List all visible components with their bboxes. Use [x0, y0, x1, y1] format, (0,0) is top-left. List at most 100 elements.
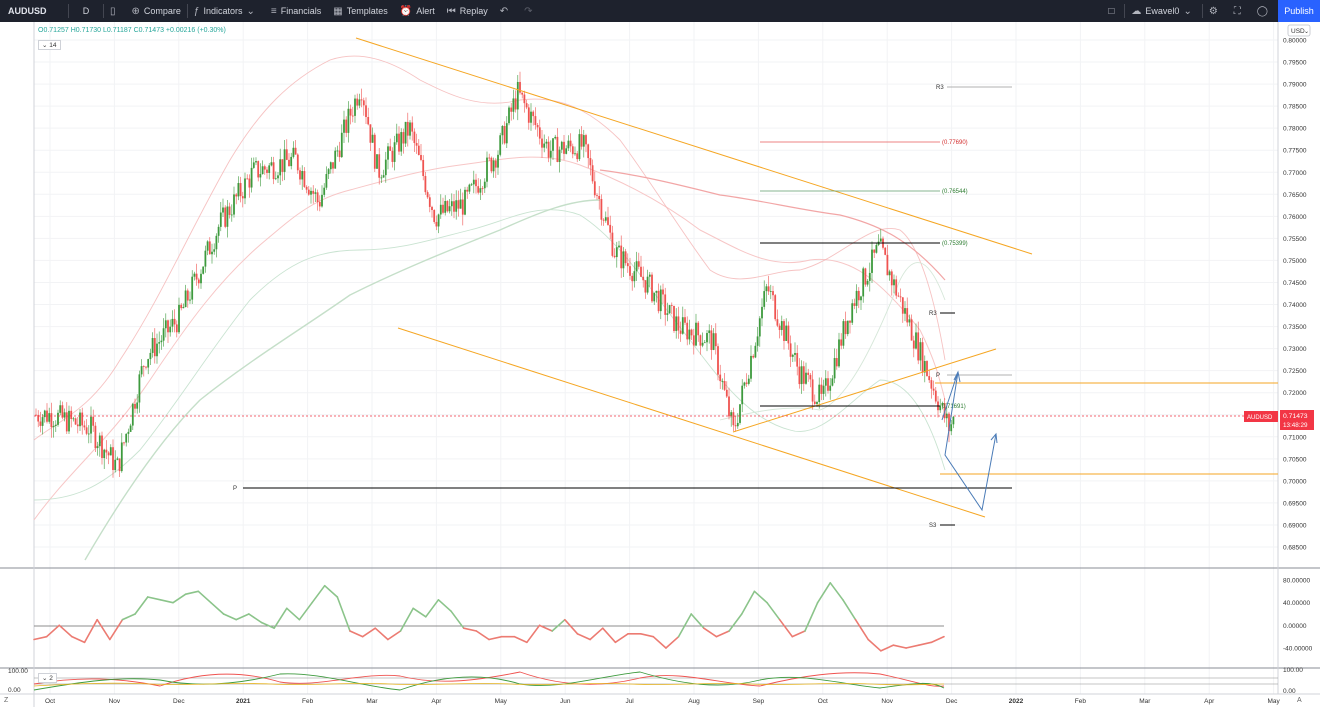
timezone-icon[interactable]: Z: [4, 697, 8, 704]
candle-body: [105, 449, 108, 453]
candle-body: [545, 141, 548, 144]
indicator-legend-toggle[interactable]: ⌄ 14: [38, 40, 61, 50]
layout-button[interactable]: □: [1102, 0, 1124, 22]
time-tick: Oct: [45, 698, 55, 705]
candle-body: [327, 169, 330, 175]
candle-body: [589, 158, 592, 166]
candle-body: [312, 190, 315, 194]
candle-body: [549, 150, 552, 158]
settings-button[interactable]: ⚙: [1203, 0, 1228, 22]
layout-name-button[interactable]: ☁ Ewavel0 ⌄: [1125, 0, 1201, 22]
fullscreen-button[interactable]: ⛶: [1228, 0, 1251, 22]
candle-body: [101, 435, 103, 459]
candle-body: [178, 304, 180, 333]
chart-style-button[interactable]: ▯: [104, 0, 126, 22]
candle-body: [189, 299, 191, 301]
candle-body: [457, 200, 460, 209]
candle-body: [699, 335, 702, 346]
chart-canvas[interactable]: R3 (0.77690) (0.76544) (0.75399) R3 P 0.…: [0, 22, 1320, 707]
candle-body: [301, 171, 304, 180]
candle-body: [74, 418, 77, 425]
candle-body: [470, 184, 473, 186]
candle-body: [215, 235, 218, 250]
candle-body: [505, 123, 508, 144]
candle-body: [63, 412, 66, 418]
interval-button[interactable]: D: [69, 0, 103, 22]
plus-circle-icon: ⊕: [131, 5, 140, 17]
candle-body: [349, 108, 352, 116]
publish-button[interactable]: Publish: [1278, 0, 1320, 22]
candle-body: [721, 381, 724, 382]
candle-body: [433, 210, 436, 222]
candle-body: [523, 94, 526, 104]
osc-tick: 40.00000: [1283, 600, 1310, 607]
symbol-search[interactable]: AUDUSD: [0, 0, 68, 22]
indicators-button[interactable]: ƒ Indicators ⌄: [188, 0, 265, 22]
redo-button[interactable]: ↷: [518, 0, 542, 22]
candle-body: [644, 280, 647, 293]
candle-body: [811, 379, 814, 402]
price-tick: 0.70500: [1283, 456, 1307, 463]
candle-body: [754, 345, 757, 358]
level-p-right-label: P: [936, 373, 940, 379]
indicator2-legend-toggle[interactable]: ⌄ 2: [38, 673, 57, 683]
candle-body: [871, 249, 873, 273]
time-tick: Apr: [1204, 698, 1215, 705]
camera-icon: ◯: [1256, 5, 1268, 17]
candle-body: [684, 317, 686, 323]
replay-button[interactable]: ⏮ Replay: [441, 0, 494, 22]
candle-body: [695, 322, 697, 346]
candle-body: [813, 401, 816, 404]
candle-body: [175, 324, 178, 333]
currency-badge[interactable]: USD ⌄: [1287, 24, 1311, 37]
candle-body: [510, 107, 513, 112]
undo-button[interactable]: ↶: [494, 0, 518, 22]
price-axis[interactable]: 0.80000 0.79500 0.79000 0.78500 0.78000 0.775…: [1283, 38, 1307, 552]
candle-body: [136, 402, 139, 409]
candle-body: [204, 250, 207, 267]
candle-body: [849, 320, 851, 323]
candle-body: [325, 174, 328, 188]
candle-body: [807, 372, 810, 375]
candle-body: [252, 162, 255, 168]
candle-body: [587, 144, 590, 159]
candle-body: [417, 145, 420, 155]
candle-body: [613, 255, 616, 258]
auto-scale-button[interactable]: A: [1297, 697, 1302, 704]
price-tick: 0.79500: [1283, 60, 1307, 67]
candle-body: [158, 342, 161, 344]
candle-body: [384, 159, 387, 176]
time-tick: Nov: [109, 698, 121, 705]
candle-body: [708, 330, 711, 334]
price-tick: 0.78000: [1283, 126, 1307, 133]
oscillator-axis[interactable]: 80.00000 40.00000 0.00000 -40.00000: [1283, 578, 1313, 653]
candle-body: [79, 412, 81, 427]
candle-body: [787, 325, 790, 344]
candle-body: [200, 273, 202, 284]
candle-body: [316, 192, 319, 202]
candle-body: [367, 117, 370, 125]
candle-body: [615, 247, 618, 258]
alert-button[interactable]: ⏰ Alert: [394, 0, 441, 22]
candle-body: [618, 245, 620, 248]
candle-body: [321, 194, 323, 207]
candle-body: [455, 200, 458, 212]
compare-button[interactable]: ⊕ Compare: [126, 0, 187, 22]
candle-body: [142, 366, 145, 367]
candle-body: [250, 167, 253, 188]
candle-body: [477, 186, 480, 193]
candle-body: [912, 340, 915, 349]
financials-button[interactable]: ≡ Financials: [265, 0, 327, 22]
candle-body: [578, 134, 581, 160]
candle-body: [686, 322, 689, 340]
templates-button[interactable]: ▦ Templates: [327, 0, 393, 22]
snapshot-button[interactable]: ◯: [1251, 0, 1278, 22]
candle-body: [70, 410, 73, 419]
candle-body: [824, 378, 827, 386]
candle-body: [35, 414, 37, 416]
candle-body: [602, 219, 605, 221]
candle-body: [233, 194, 235, 215]
candle-body: [765, 286, 768, 292]
candle-body: [681, 317, 684, 334]
candle-body: [442, 204, 444, 213]
